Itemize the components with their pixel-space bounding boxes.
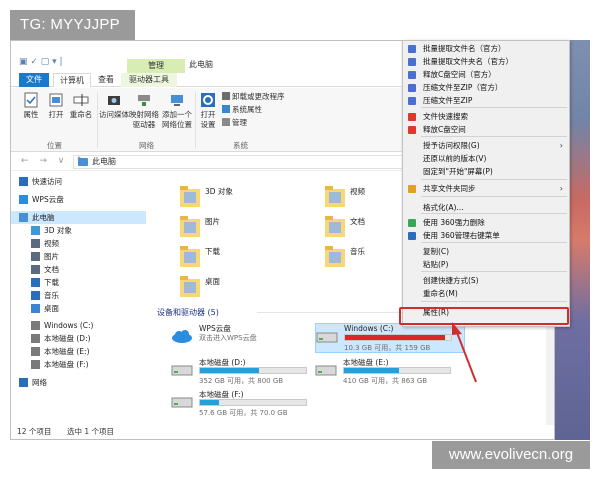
- arrow-shaft: [455, 329, 477, 383]
- red-arrow-annotation: [452, 322, 477, 383]
- watermark-top: TG: MYYJJPP: [10, 10, 135, 40]
- watermark-bottom: www.evolivecn.org: [432, 441, 590, 469]
- arrow-head: [452, 322, 462, 335]
- screenshot-page: ▣ ✓ ▢ ▾ | 管理 此电脑 文件 计算机 查看 驱动器工具 属性 打开 重…: [0, 0, 600, 480]
